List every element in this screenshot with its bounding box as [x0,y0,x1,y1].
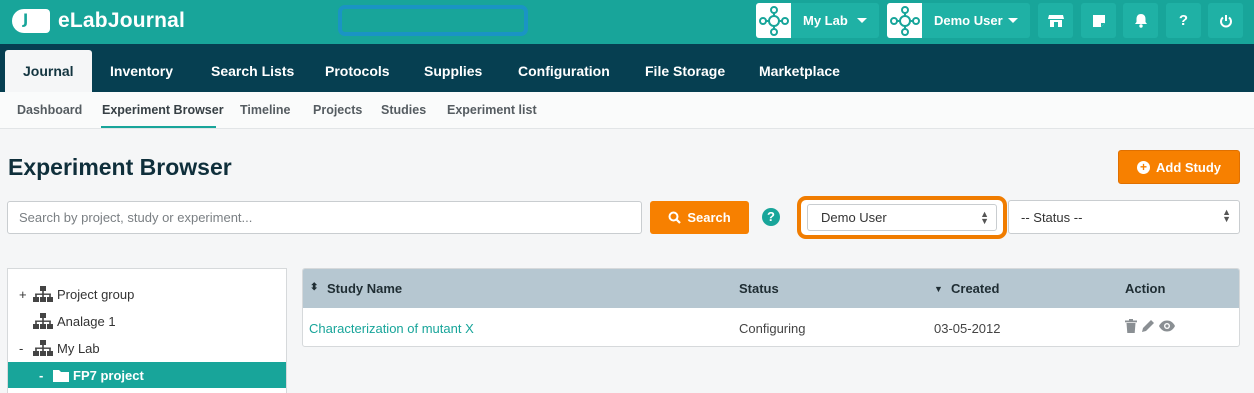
power-icon [1219,14,1232,27]
plus-circle-icon: + [1137,160,1150,174]
row-actions [1125,319,1175,333]
project-tree: + Project group Analage 1 - My Lab - FP7… [7,268,287,393]
main-nav: Journal Inventory Search Lists Protocols… [0,44,1254,92]
user-filter-highlight: Demo User ▲ ▼ [797,196,1007,239]
notes-icon [1092,14,1105,27]
hierarchy-icon [33,286,53,302]
add-study-label: Add Study [1156,159,1221,175]
help-icon: ? [1178,12,1189,29]
tab-file-storage[interactable]: File Storage [645,50,725,92]
folder-icon [53,369,69,382]
tree-item-label: Analage 1 [57,313,116,329]
chevron-down-icon [1008,18,1018,23]
study-table: ⬍ Study Name Status ▼ Created Action Cha… [302,268,1240,347]
page-title: Experiment Browser [8,154,232,180]
bell-icon [1134,14,1147,28]
hierarchy-icon [33,340,53,356]
tab-supplies[interactable]: Supplies [424,50,482,92]
global-search-box[interactable] [338,5,528,36]
user-filter-select[interactable]: Demo User ▲ ▼ [807,204,997,231]
column-created[interactable]: Created [951,281,999,296]
lab-selector[interactable]: My Lab [756,3,879,38]
lab-network-icon [756,3,791,38]
tree-toggle[interactable]: - [39,368,51,383]
table-header: ⬍ Study Name Status ▼ Created Action [303,269,1239,308]
search-help-icon[interactable]: ? [762,208,780,226]
store-icon [1047,14,1064,27]
tree-toggle[interactable]: - [19,341,31,356]
status-filter-value: -- Status -- [1021,210,1083,225]
logout-button[interactable] [1208,3,1243,38]
chevron-down-icon [857,18,867,23]
user-selector-label: Demo User [934,13,1003,28]
tree-item-project-group[interactable]: + Project group [8,281,286,307]
tree-item-analage-1[interactable]: Analage 1 [8,308,286,334]
app-logo[interactable]: J eLabJournal [12,9,185,33]
subnav-experiment-browser[interactable]: Experiment Browser [102,103,224,117]
lab-selector-label: My Lab [803,13,848,28]
subnav-studies[interactable]: Studies [381,103,426,117]
store-button[interactable] [1038,3,1073,38]
subnav-experiment-list[interactable]: Experiment list [447,103,537,117]
study-created: 03-05-2012 [934,321,1001,336]
app-title: eLabJournal [58,9,186,32]
search-button-label: Search [687,210,731,225]
tab-protocols[interactable]: Protocols [325,50,390,92]
notifications-button[interactable] [1123,3,1158,38]
tab-journal[interactable]: Journal [5,50,92,92]
tree-item-my-lab[interactable]: - My Lab [8,335,286,361]
user-network-icon [887,3,922,38]
active-subnav-underline [101,126,216,128]
tree-item-fp7-project[interactable]: - FP7 project [8,362,286,388]
column-status[interactable]: Status [739,281,779,296]
tab-configuration[interactable]: Configuration [518,50,610,92]
pencil-icon[interactable] [1141,319,1155,333]
add-study-button[interactable]: + Add Study [1118,150,1240,184]
study-status: Configuring [739,321,806,336]
tree-item-label: Project group [57,286,135,302]
tree-toggle[interactable]: + [19,287,31,302]
tab-marketplace[interactable]: Marketplace [759,50,840,92]
sort-updown-icon[interactable]: ⬍ [310,282,318,293]
subnav-timeline[interactable]: Timeline [240,103,290,117]
sort-desc-icon[interactable]: ▼ [934,284,943,294]
search-input[interactable] [7,201,642,234]
logo-badge: J [12,9,50,33]
user-selector[interactable]: Demo User [887,3,1030,38]
subnav-dashboard[interactable]: Dashboard [17,103,82,117]
eye-icon[interactable] [1159,320,1175,332]
subnav-projects[interactable]: Projects [313,103,362,117]
search-button[interactable]: Search [650,201,749,234]
trash-icon[interactable] [1125,319,1137,333]
study-name-link[interactable]: Characterization of mutant X [309,321,474,336]
column-action: Action [1125,281,1166,296]
status-filter-select[interactable]: -- Status -- ▲ ▼ [1008,200,1240,234]
notes-button[interactable] [1081,3,1116,38]
hierarchy-icon [33,313,53,329]
sub-nav: Dashboard Experiment Browser Timeline Pr… [0,92,1254,129]
tab-inventory[interactable]: Inventory [110,50,173,92]
tree-item-label: FP7 project [73,367,144,383]
tree-item-label: My Lab [57,340,100,356]
logo-badge-letter: J [23,12,29,28]
sort-updown-icon: ▲ ▼ [1222,207,1231,224]
tab-search-lists[interactable]: Search Lists [211,50,294,92]
sort-updown-icon: ▲ ▼ [980,209,989,226]
column-study-name[interactable]: Study Name [327,281,402,296]
user-filter-value: Demo User [821,210,887,225]
search-icon [668,211,682,224]
top-bar: J eLabJournal My Lab Demo User ? [0,0,1254,44]
help-button[interactable]: ? [1166,3,1201,38]
